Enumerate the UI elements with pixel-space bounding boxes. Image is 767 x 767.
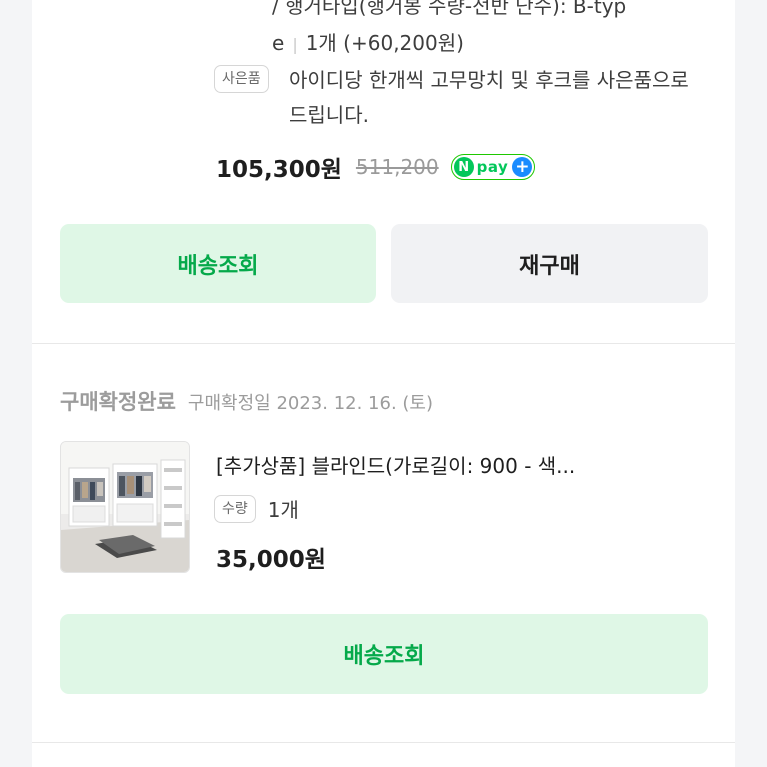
quantity-value: 1개 [267, 498, 299, 522]
product-price: 35,000원 [216, 547, 326, 573]
rebuy-button[interactable]: 재구매 [391, 224, 708, 303]
gift-tag: 사은품 [214, 65, 269, 93]
price-row: 105,300원 511,200 N pay + [216, 150, 536, 184]
original-price: 511,200 [355, 155, 439, 179]
product-thumbnail[interactable] [60, 441, 190, 573]
gift-tag-wrapper: 사은품 [214, 65, 269, 93]
option-text-line1: / 행거타입(행거봉 수량-전반 단수): B-typ [272, 0, 627, 18]
quantity-row: 수량 1개 [214, 494, 299, 523]
status-label: 구매확정완료 [60, 390, 176, 414]
divider [32, 343, 735, 344]
option-text-fragment: e [272, 31, 285, 55]
confirm-date: 구매확정일 2023. 12. 16. (토) [187, 393, 433, 414]
order-status-row: 구매확정완료 구매확정일 2023. 12. 16. (토) [60, 386, 433, 416]
option-quantity-price: 1개 (+60,200원) [305, 31, 464, 55]
plus-icon: + [512, 157, 533, 177]
gift-description: 아이디당 한개씩 고무망치 및 후크를 사은품으로 드립니다. [289, 68, 689, 127]
npay-plus-badge: N pay + [450, 154, 536, 180]
track-delivery-button[interactable]: 배송조회 [60, 224, 376, 303]
option-text-line2: e | 1개 (+60,200원) [272, 27, 464, 56]
npay-n-icon: N [453, 157, 474, 177]
closet-product-image [61, 442, 189, 572]
sale-price: 105,300원 [216, 157, 342, 183]
track-delivery-button-2[interactable]: 배송조회 [60, 614, 708, 694]
npay-label: pay [476, 158, 509, 176]
separator: | [292, 35, 298, 54]
divider [32, 742, 735, 743]
product-name[interactable]: [추가상품] 블라인드(가로길이: 900 - 색... [216, 450, 716, 479]
order-list-card: / 행거타입(행거봉 수량-전반 단수): B-typ e | 1개 (+60,20… [32, 0, 735, 767]
quantity-tag: 수량 [214, 494, 256, 523]
